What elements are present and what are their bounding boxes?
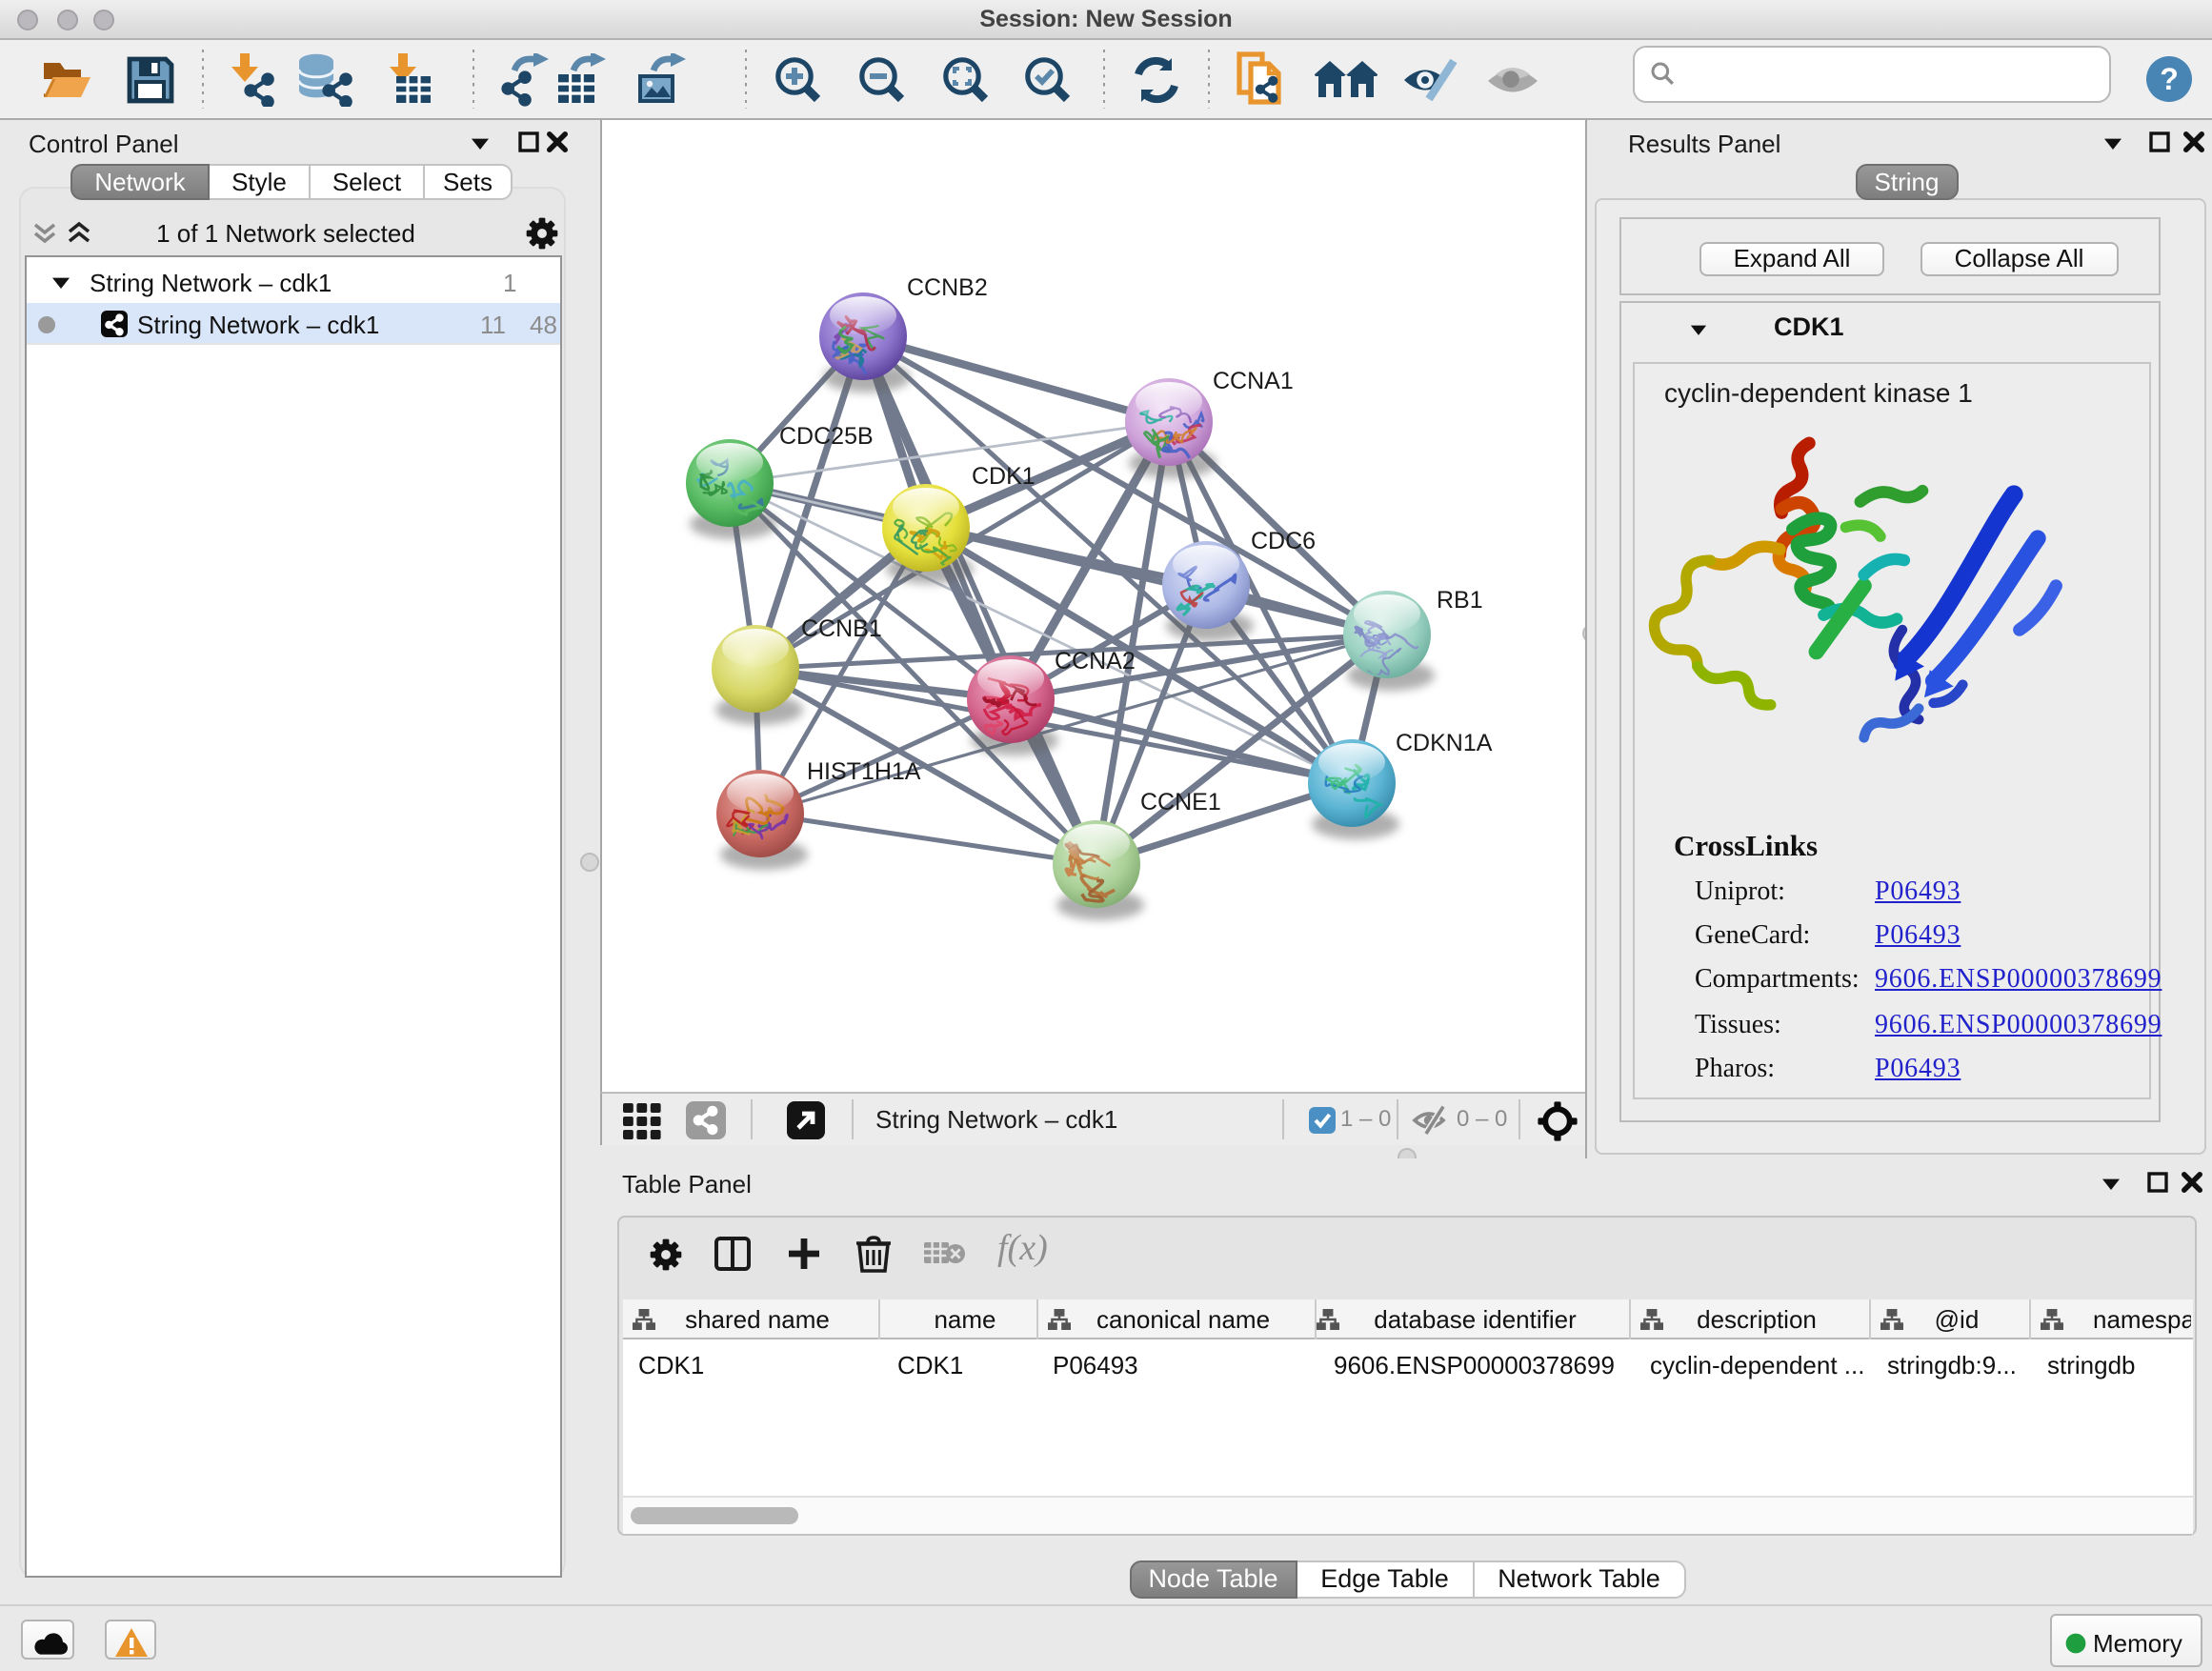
svg-text:CDC6: CDC6 [1250, 528, 1315, 554]
svg-text:CCNE1: CCNE1 [1139, 789, 1220, 815]
svg-text:?: ? [2160, 62, 2179, 96]
svg-text:CCNB1: CCNB1 [800, 615, 881, 642]
svg-text:CCNB2: CCNB2 [906, 274, 987, 301]
svg-text:CDC25B: CDC25B [778, 423, 873, 450]
svg-text:RB1: RB1 [1436, 587, 1482, 614]
svg-text:CCNA1: CCNA1 [1212, 368, 1293, 394]
svg-text:CDKN1A: CDKN1A [1395, 730, 1492, 756]
svg-text:CCNA2: CCNA2 [1054, 648, 1135, 674]
svg-text:CDK1: CDK1 [971, 463, 1035, 490]
svg-text:HIST1H1A: HIST1H1A [806, 758, 920, 785]
